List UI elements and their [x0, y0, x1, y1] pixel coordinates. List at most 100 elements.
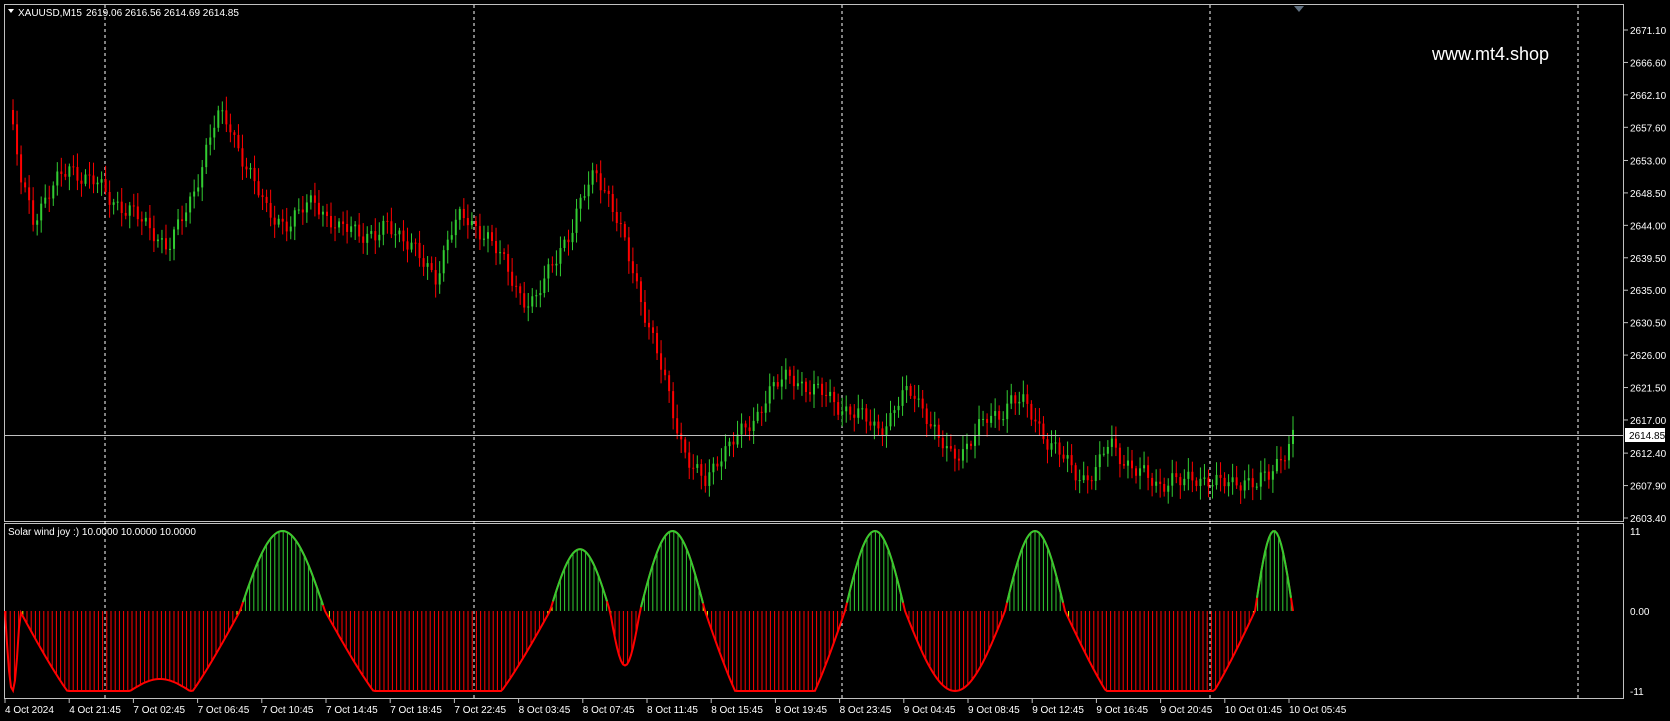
candle-body [358, 224, 361, 237]
candle-body [394, 234, 397, 236]
price-tick-label: 2630.50 [1630, 319, 1667, 330]
candle-body [982, 418, 985, 420]
candle-body [173, 229, 176, 249]
candle-body [969, 443, 972, 446]
candle-body [877, 421, 880, 429]
price-tick-label: 2626.00 [1630, 351, 1667, 362]
candle-body [1126, 460, 1129, 466]
candle-body [804, 381, 807, 393]
price-tick-label: 2635.00 [1630, 286, 1667, 297]
candle-body [48, 197, 51, 199]
candle-body [1139, 468, 1142, 476]
candle-body [301, 209, 304, 213]
candle-body [330, 215, 333, 228]
candle-body [1179, 477, 1182, 486]
candle-body [1034, 419, 1037, 422]
candle-body [708, 472, 711, 486]
candle-body [688, 452, 691, 468]
candle-body [813, 384, 816, 395]
candle-body [1130, 460, 1133, 469]
candle-body [885, 426, 888, 436]
candle-body [64, 174, 67, 177]
time-tick-label: 8 Oct 11:45 [647, 705, 698, 716]
candle-body [1175, 473, 1178, 478]
time-tick-label: 7 Oct 14:45 [326, 705, 378, 716]
candle-body [1287, 443, 1290, 461]
candle-body [1147, 465, 1150, 478]
candle-body [764, 403, 767, 413]
candle-body [744, 423, 747, 428]
candle-body [104, 179, 107, 193]
candle-body [696, 464, 699, 468]
candle-body [1046, 439, 1049, 450]
candle-body [1151, 477, 1154, 486]
candle-body [221, 110, 224, 112]
candle-body [374, 231, 377, 241]
candle-body [52, 185, 55, 199]
candle-body [692, 467, 695, 469]
candle-body [406, 241, 409, 250]
candle-body [897, 405, 900, 411]
candle-body [414, 242, 417, 244]
candle-body [1050, 443, 1053, 450]
candle-body [1195, 480, 1198, 486]
candle-body [426, 263, 429, 267]
candle-body [293, 210, 296, 227]
candle-body [1235, 477, 1238, 486]
time-tick-label: 10 Oct 01:45 [1225, 705, 1283, 716]
candle-body [704, 475, 707, 486]
candle-body [1018, 401, 1021, 404]
candle-body [1259, 472, 1262, 487]
candle-body [116, 201, 119, 203]
candle-body [740, 423, 743, 435]
candle-body [382, 220, 385, 235]
candle-body [527, 306, 530, 308]
candle-body [986, 418, 989, 423]
candle-body [579, 197, 582, 209]
candle-body [627, 237, 630, 262]
candle-body [1227, 482, 1230, 487]
candle-body [169, 248, 172, 250]
indicator-title: Solar wind joy :) 10.0000 10.0000 10.000… [8, 527, 196, 538]
candle-body [869, 421, 872, 426]
candle-body [164, 238, 167, 250]
indicator-tick-label: -11 [1630, 687, 1644, 698]
candle-body [652, 327, 655, 333]
candle-body [92, 175, 95, 185]
candle-body [438, 273, 441, 285]
candle-body [611, 193, 614, 212]
candle-body [60, 171, 63, 175]
candle-body [181, 219, 184, 222]
candle-body [1114, 438, 1117, 448]
candle-body [241, 148, 244, 167]
candle-body [205, 144, 208, 168]
candle-body [724, 446, 727, 462]
candle-body [1118, 447, 1121, 465]
candle-body [643, 302, 646, 323]
candle-body [1271, 471, 1274, 480]
candle-body [1223, 477, 1226, 487]
symbol-label: XAUUSD,M15 [18, 8, 82, 19]
candle-body [1211, 485, 1214, 487]
candle-body [1078, 480, 1081, 482]
candle-body [905, 385, 908, 391]
price-tick-label: 2653.00 [1630, 156, 1667, 167]
chart-window[interactable]: 2614.85 XAUUSD,M15 2619.06 2616.56 2614.… [0, 0, 1670, 721]
time-tick-label: 10 Oct 05:45 [1289, 705, 1347, 716]
candle-body [362, 236, 365, 243]
candle-body [285, 221, 288, 232]
candle-body [28, 187, 31, 201]
candle-body [591, 170, 594, 185]
candle-body [1292, 429, 1294, 444]
candle-body [668, 375, 671, 392]
candle-body [1054, 442, 1057, 444]
candle-body [265, 196, 268, 203]
candle-body [881, 428, 884, 436]
candle-body [458, 208, 461, 220]
candle-body [776, 382, 779, 387]
candle-body [470, 220, 473, 226]
chart-background [0, 0, 1670, 721]
candle-body [354, 224, 357, 227]
candle-body [929, 423, 932, 427]
price-tick-label: 2666.60 [1630, 58, 1667, 69]
